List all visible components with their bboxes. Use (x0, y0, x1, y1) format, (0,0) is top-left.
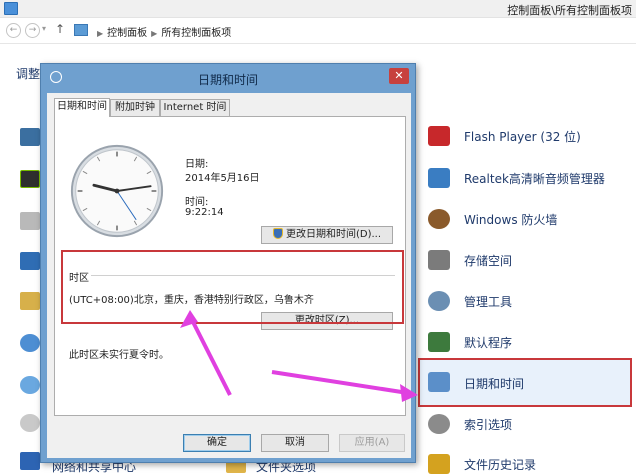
arrow-shaft-right (271, 370, 409, 395)
arrow-shaft-up (188, 315, 232, 396)
tab-date-time[interactable]: 日期和时间 (54, 98, 110, 117)
arrow-head-right (400, 384, 418, 402)
annotation-arrows (180, 310, 418, 402)
